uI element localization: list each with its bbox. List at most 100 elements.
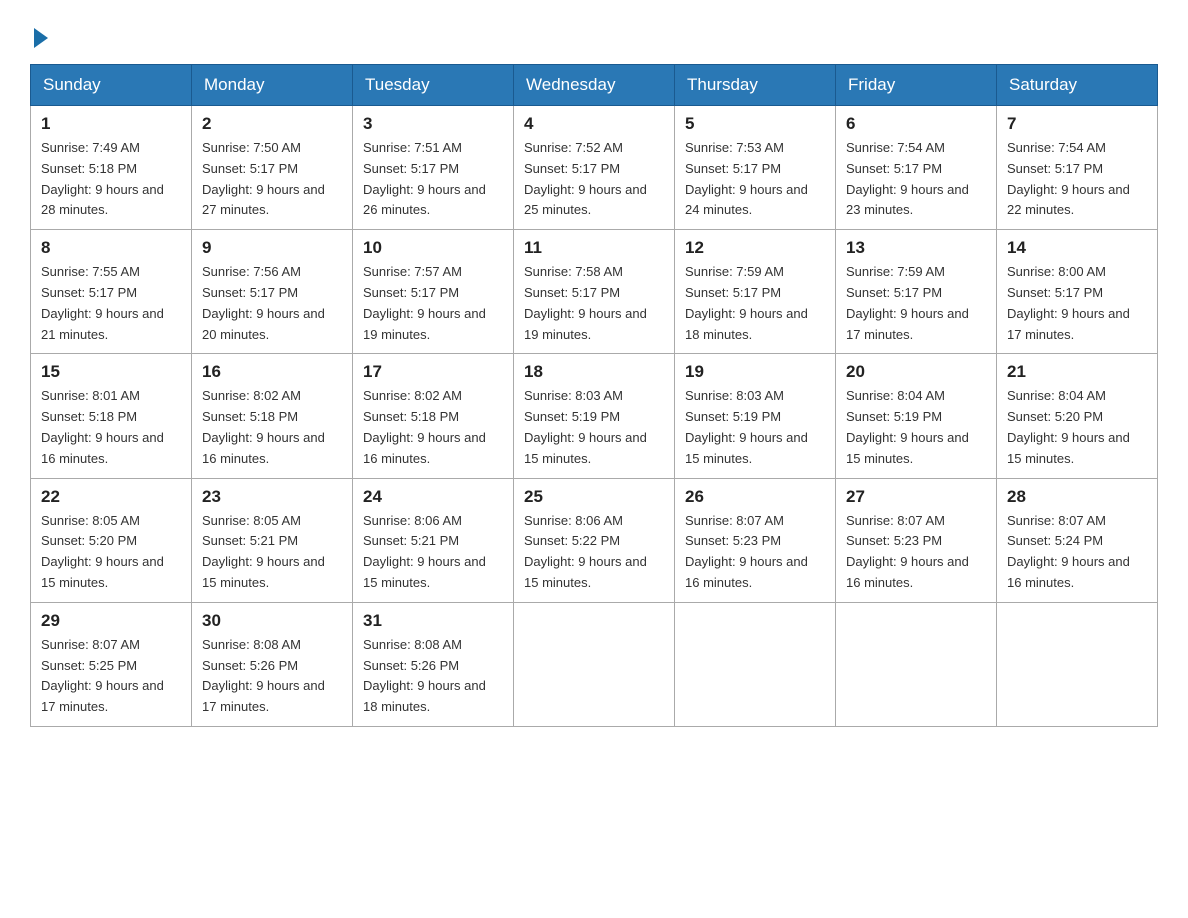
day-number: 12 <box>685 238 825 258</box>
day-number: 25 <box>524 487 664 507</box>
calendar-cell <box>997 602 1158 726</box>
day-info: Sunrise: 7:57 AMSunset: 5:17 PMDaylight:… <box>363 262 503 345</box>
calendar-cell: 30 Sunrise: 8:08 AMSunset: 5:26 PMDayligh… <box>192 602 353 726</box>
calendar-cell: 12 Sunrise: 7:59 AMSunset: 5:17 PMDayligh… <box>675 230 836 354</box>
week-row-5: 29 Sunrise: 8:07 AMSunset: 5:25 PMDayligh… <box>31 602 1158 726</box>
calendar-cell: 19 Sunrise: 8:03 AMSunset: 5:19 PMDayligh… <box>675 354 836 478</box>
weekday-header-friday: Friday <box>836 65 997 106</box>
weekday-header-saturday: Saturday <box>997 65 1158 106</box>
day-info: Sunrise: 7:56 AMSunset: 5:17 PMDaylight:… <box>202 262 342 345</box>
day-info: Sunrise: 7:50 AMSunset: 5:17 PMDaylight:… <box>202 138 342 221</box>
week-row-4: 22 Sunrise: 8:05 AMSunset: 5:20 PMDayligh… <box>31 478 1158 602</box>
day-number: 5 <box>685 114 825 134</box>
calendar-cell: 18 Sunrise: 8:03 AMSunset: 5:19 PMDayligh… <box>514 354 675 478</box>
day-info: Sunrise: 7:49 AMSunset: 5:18 PMDaylight:… <box>41 138 181 221</box>
day-info: Sunrise: 8:03 AMSunset: 5:19 PMDaylight:… <box>685 386 825 469</box>
day-number: 11 <box>524 238 664 258</box>
calendar-cell: 3 Sunrise: 7:51 AMSunset: 5:17 PMDaylight… <box>353 106 514 230</box>
day-number: 2 <box>202 114 342 134</box>
day-info: Sunrise: 8:04 AMSunset: 5:19 PMDaylight:… <box>846 386 986 469</box>
calendar-cell: 17 Sunrise: 8:02 AMSunset: 5:18 PMDayligh… <box>353 354 514 478</box>
calendar-cell: 27Sunrise: 8:07 AMSunset: 5:23 PMDayligh… <box>836 478 997 602</box>
weekday-header-thursday: Thursday <box>675 65 836 106</box>
calendar-cell: 31 Sunrise: 8:08 AMSunset: 5:26 PMDayligh… <box>353 602 514 726</box>
calendar-cell <box>675 602 836 726</box>
week-row-3: 15 Sunrise: 8:01 AMSunset: 5:18 PMDayligh… <box>31 354 1158 478</box>
day-number: 9 <box>202 238 342 258</box>
day-info: Sunrise: 8:06 AMSunset: 5:21 PMDaylight:… <box>363 511 503 594</box>
weekday-header-sunday: Sunday <box>31 65 192 106</box>
calendar-table: SundayMondayTuesdayWednesdayThursdayFrid… <box>30 64 1158 727</box>
day-number: 10 <box>363 238 503 258</box>
logo <box>30 20 48 44</box>
calendar-cell <box>514 602 675 726</box>
calendar-cell: 24 Sunrise: 8:06 AMSunset: 5:21 PMDayligh… <box>353 478 514 602</box>
day-info: Sunrise: 8:07 AMSunset: 5:23 PMDaylight:… <box>846 511 986 594</box>
weekday-header-row: SundayMondayTuesdayWednesdayThursdayFrid… <box>31 65 1158 106</box>
week-row-1: 1 Sunrise: 7:49 AMSunset: 5:18 PMDaylight… <box>31 106 1158 230</box>
week-row-2: 8Sunrise: 7:55 AMSunset: 5:17 PMDaylight… <box>31 230 1158 354</box>
day-number: 22 <box>41 487 181 507</box>
day-info: Sunrise: 7:59 AMSunset: 5:17 PMDaylight:… <box>846 262 986 345</box>
day-info: Sunrise: 7:54 AMSunset: 5:17 PMDaylight:… <box>846 138 986 221</box>
day-info: Sunrise: 8:04 AMSunset: 5:20 PMDaylight:… <box>1007 386 1147 469</box>
weekday-header-wednesday: Wednesday <box>514 65 675 106</box>
day-number: 23 <box>202 487 342 507</box>
day-number: 21 <box>1007 362 1147 382</box>
calendar-cell: 15 Sunrise: 8:01 AMSunset: 5:18 PMDayligh… <box>31 354 192 478</box>
day-info: Sunrise: 8:02 AMSunset: 5:18 PMDaylight:… <box>363 386 503 469</box>
calendar-cell: 20 Sunrise: 8:04 AMSunset: 5:19 PMDayligh… <box>836 354 997 478</box>
calendar-cell: 14 Sunrise: 8:00 AMSunset: 5:17 PMDayligh… <box>997 230 1158 354</box>
day-info: Sunrise: 8:08 AMSunset: 5:26 PMDaylight:… <box>202 635 342 718</box>
calendar-cell: 26Sunrise: 8:07 AMSunset: 5:23 PMDayligh… <box>675 478 836 602</box>
day-number: 20 <box>846 362 986 382</box>
day-info: Sunrise: 7:51 AMSunset: 5:17 PMDaylight:… <box>363 138 503 221</box>
day-info: Sunrise: 7:59 AMSunset: 5:17 PMDaylight:… <box>685 262 825 345</box>
day-number: 26 <box>685 487 825 507</box>
day-info: Sunrise: 8:03 AMSunset: 5:19 PMDaylight:… <box>524 386 664 469</box>
day-info: Sunrise: 7:53 AMSunset: 5:17 PMDaylight:… <box>685 138 825 221</box>
calendar-cell: 1 Sunrise: 7:49 AMSunset: 5:18 PMDaylight… <box>31 106 192 230</box>
day-number: 17 <box>363 362 503 382</box>
day-number: 18 <box>524 362 664 382</box>
calendar-cell: 9 Sunrise: 7:56 AMSunset: 5:17 PMDaylight… <box>192 230 353 354</box>
day-info: Sunrise: 7:54 AMSunset: 5:17 PMDaylight:… <box>1007 138 1147 221</box>
day-info: Sunrise: 8:08 AMSunset: 5:26 PMDaylight:… <box>363 635 503 718</box>
calendar-cell: 6 Sunrise: 7:54 AMSunset: 5:17 PMDaylight… <box>836 106 997 230</box>
day-number: 4 <box>524 114 664 134</box>
calendar-cell: 8Sunrise: 7:55 AMSunset: 5:17 PMDaylight… <box>31 230 192 354</box>
day-info: Sunrise: 8:06 AMSunset: 5:22 PMDaylight:… <box>524 511 664 594</box>
calendar-cell: 16Sunrise: 8:02 AMSunset: 5:18 PMDayligh… <box>192 354 353 478</box>
weekday-header-monday: Monday <box>192 65 353 106</box>
day-info: Sunrise: 7:58 AMSunset: 5:17 PMDaylight:… <box>524 262 664 345</box>
day-number: 31 <box>363 611 503 631</box>
day-info: Sunrise: 8:07 AMSunset: 5:24 PMDaylight:… <box>1007 511 1147 594</box>
day-number: 15 <box>41 362 181 382</box>
day-number: 29 <box>41 611 181 631</box>
day-number: 6 <box>846 114 986 134</box>
day-number: 19 <box>685 362 825 382</box>
calendar-cell: 23Sunrise: 8:05 AMSunset: 5:21 PMDayligh… <box>192 478 353 602</box>
calendar-cell: 22 Sunrise: 8:05 AMSunset: 5:20 PMDayligh… <box>31 478 192 602</box>
day-number: 24 <box>363 487 503 507</box>
calendar-cell: 13Sunrise: 7:59 AMSunset: 5:17 PMDayligh… <box>836 230 997 354</box>
day-info: Sunrise: 8:01 AMSunset: 5:18 PMDaylight:… <box>41 386 181 469</box>
day-number: 7 <box>1007 114 1147 134</box>
weekday-header-tuesday: Tuesday <box>353 65 514 106</box>
calendar-cell: 21 Sunrise: 8:04 AMSunset: 5:20 PMDayligh… <box>997 354 1158 478</box>
calendar-cell <box>836 602 997 726</box>
calendar-cell: 25 Sunrise: 8:06 AMSunset: 5:22 PMDayligh… <box>514 478 675 602</box>
day-info: Sunrise: 7:55 AMSunset: 5:17 PMDaylight:… <box>41 262 181 345</box>
logo-arrow-icon <box>34 28 48 48</box>
day-info: Sunrise: 8:05 AMSunset: 5:20 PMDaylight:… <box>41 511 181 594</box>
day-info: Sunrise: 8:07 AMSunset: 5:25 PMDaylight:… <box>41 635 181 718</box>
day-number: 14 <box>1007 238 1147 258</box>
calendar-cell: 29 Sunrise: 8:07 AMSunset: 5:25 PMDayligh… <box>31 602 192 726</box>
calendar-cell: 10 Sunrise: 7:57 AMSunset: 5:17 PMDayligh… <box>353 230 514 354</box>
day-number: 30 <box>202 611 342 631</box>
day-number: 3 <box>363 114 503 134</box>
day-info: Sunrise: 8:00 AMSunset: 5:17 PMDaylight:… <box>1007 262 1147 345</box>
day-number: 1 <box>41 114 181 134</box>
page-header <box>30 20 1158 44</box>
calendar-cell: 28Sunrise: 8:07 AMSunset: 5:24 PMDayligh… <box>997 478 1158 602</box>
